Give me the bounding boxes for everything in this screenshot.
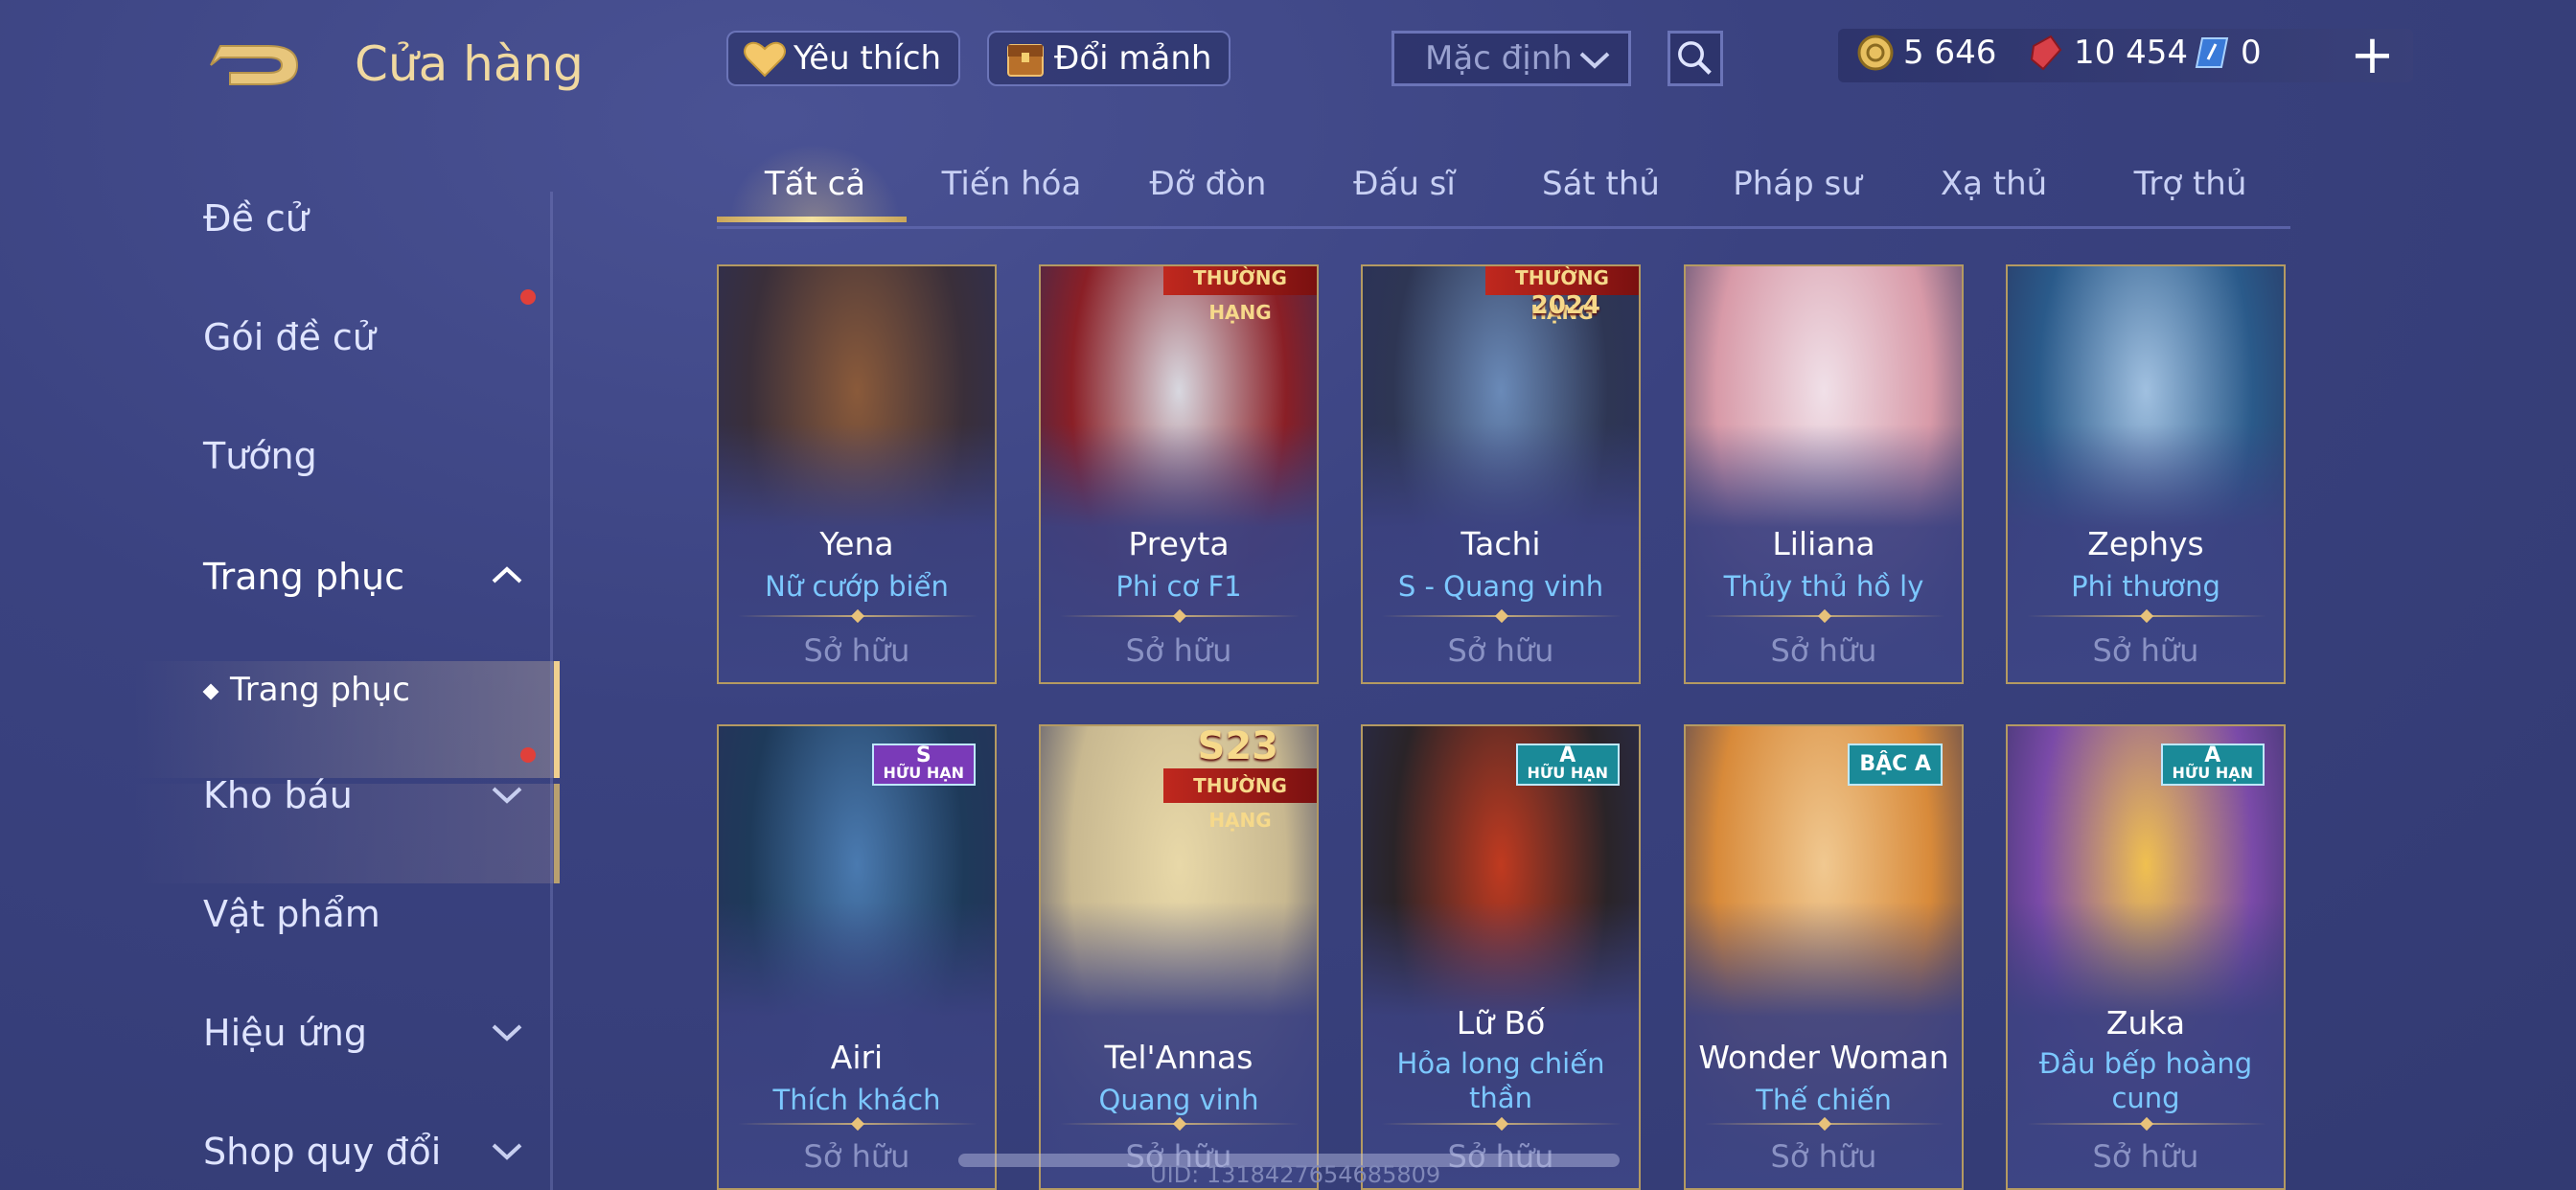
voucher-value: 10 454	[2074, 34, 2188, 72]
tab-tank[interactable]: Đỡ đòn	[1110, 165, 1306, 203]
tab-evolution[interactable]: Tiến hóa	[913, 165, 1110, 203]
tab-active-underline	[717, 217, 907, 222]
hero-name: Zuka	[2105, 1004, 2186, 1041]
tab-assassin[interactable]: Sát thủ	[1503, 165, 1699, 203]
ownership-status: Sở hữu	[1447, 632, 1554, 669]
sidebar-subitem-skins[interactable]: Trang phục	[202, 671, 410, 709]
skin-card[interactable]: Zephys Phi thương Sở hữu	[2006, 264, 2286, 684]
tier-badge: BẬC A	[1848, 744, 1943, 786]
add-currency-button[interactable]: +	[2350, 29, 2395, 82]
sidebar-divider	[550, 192, 553, 1190]
notification-dot	[520, 747, 536, 763]
ownership-status: Sở hữu	[1125, 632, 1232, 669]
tier-badge: S HỮU HẠN	[871, 744, 976, 786]
hero-name: Lữ Bố	[1456, 1004, 1546, 1041]
sidebar-item-skins[interactable]: Trang phục	[203, 556, 404, 598]
season-label: S23	[1197, 724, 1278, 768]
favorite-label: Yêu thích	[794, 39, 942, 78]
currency-bar: 5 646 10 454 0	[1838, 29, 2413, 82]
voucher-currency: 10 454	[2026, 33, 2188, 73]
tier-badge: A HỮU HẠN	[1515, 744, 1620, 786]
skin-card[interactable]: THƯỜNG HẠNG S23 Tel'Annas Quang vinh Sở hữu	[1039, 724, 1319, 1190]
red-gem-icon	[2030, 34, 2062, 71]
sidebar-item-treasure[interactable]: Kho báu	[203, 774, 353, 816]
page-title: Cửa hàng	[355, 36, 584, 92]
sort-selected-value: Mặc định	[1425, 39, 1573, 78]
sidebar-item-items[interactable]: Vật phẩm	[203, 893, 380, 935]
heart-icon	[744, 41, 786, 78]
hero-name: Zephys	[2087, 525, 2204, 562]
hero-name: Tel'Annas	[1104, 1039, 1254, 1076]
skin-card[interactable]: A HỮU HẠN Lữ Bố Hỏa long chiến thần Sở hữu	[1361, 724, 1641, 1190]
exchange-label: Đổi mảnh	[1054, 39, 1212, 78]
sidebar-item-effects[interactable]: Hiệu ứng	[203, 1012, 367, 1054]
tab-support[interactable]: Trợ thủ	[2092, 165, 2288, 203]
sidebar-item-recommended-packs[interactable]: Gói đề cử	[203, 316, 376, 358]
sidebar-subitem-label: Trang phục	[230, 671, 410, 709]
chevron-down-icon[interactable]	[491, 786, 523, 805]
ownership-status: Sở hữu	[803, 632, 910, 669]
search-icon	[1678, 41, 1712, 75]
skin-card[interactable]: THƯỜNG HẠNG Preyta Phi cơ F1 Sở hữu	[1039, 264, 1319, 684]
skin-name: Quang vinh	[1098, 1084, 1259, 1116]
skin-name: Hỏa long chiến thần	[1396, 1047, 1605, 1114]
treasure-chest-icon	[1007, 44, 1044, 77]
search-button[interactable]	[1668, 31, 1723, 86]
tab-marksman[interactable]: Xạ thủ	[1896, 165, 2092, 203]
coupon-currency: 0	[2193, 33, 2262, 73]
gold-coin-icon	[1857, 34, 1894, 71]
coupon-value: 0	[2241, 34, 2262, 72]
sidebar-item-exchange-shop[interactable]: Shop quy đổi	[203, 1131, 441, 1173]
hero-name: Airi	[830, 1039, 884, 1076]
blue-ticket-icon	[2195, 37, 2229, 68]
gold-currency: 5 646	[1855, 33, 1996, 73]
skin-card[interactable]: Yena Nữ cướp biển Sở hữu	[717, 264, 997, 684]
skin-name: S - Quang vinh	[1397, 570, 1604, 603]
hero-name: Tachi	[1460, 525, 1541, 562]
category-tabs: Tất cả Tiến hóa Đỡ đòn Đấu sĩ Sát thủ Ph…	[717, 153, 2290, 229]
chevron-down-icon[interactable]	[491, 1023, 523, 1042]
hero-name: Yena	[819, 525, 894, 562]
sidebar-item-heroes[interactable]: Tướng	[203, 435, 317, 477]
skin-card[interactable]: THƯỜNG HẠNG 2024 Tachi S - Quang vinh Sở hữu	[1361, 264, 1641, 684]
skin-card[interactable]: S HỮU HẠN Airi Thích khách Sở hữu	[717, 724, 997, 1190]
hero-name: Wonder Woman	[1698, 1039, 1949, 1076]
skin-name: Đầu bếp hoàng cung	[2038, 1047, 2253, 1114]
user-id: UID: 1318427654685809	[1150, 1161, 1441, 1188]
chevron-down-icon[interactable]	[491, 1142, 523, 1161]
skin-card[interactable]: Liliana Thủy thủ hồ ly Sở hữu	[1684, 264, 1964, 684]
ownership-status: Sở hữu	[2092, 1138, 2199, 1175]
sidebar-item-recommended[interactable]: Đề cử	[203, 197, 309, 240]
skin-card[interactable]: A HỮU HẠN Zuka Đầu bếp hoàng cung Sở hữu	[2006, 724, 2286, 1190]
bullet-diamond-icon	[202, 683, 219, 699]
season-label: 2024	[1530, 291, 1600, 320]
rank-badge: THƯỜNG HẠNG	[1163, 266, 1317, 324]
skin-name: Thế chiến	[1756, 1084, 1892, 1116]
exchange-shards-button[interactable]: Đổi mảnh	[987, 31, 1231, 86]
hero-name: Liliana	[1772, 525, 1875, 562]
ownership-status: Sở hữu	[803, 1138, 910, 1175]
skin-name: Nữ cướp biển	[765, 570, 949, 603]
tab-mage[interactable]: Pháp sư	[1699, 165, 1896, 203]
skin-name: Thủy thủ hồ ly	[1723, 570, 1924, 603]
tier-badge: A HỮU HẠN	[2160, 744, 2265, 786]
ownership-status: Sở hữu	[2092, 632, 2199, 669]
skin-card[interactable]: BẬC A Wonder Woman Thế chiến Sở hữu	[1684, 724, 1964, 1190]
ownership-status: Sở hữu	[1770, 1138, 1877, 1175]
chevron-up-icon	[492, 566, 522, 584]
back-arrow-icon[interactable]	[201, 36, 307, 94]
hero-name: Preyta	[1128, 525, 1230, 562]
chevron-down-icon	[1579, 52, 1610, 69]
favorite-button[interactable]: Yêu thích	[726, 31, 961, 86]
skin-name: Phi cơ F1	[1116, 570, 1242, 603]
gold-value: 5 646	[1903, 34, 1997, 72]
sort-dropdown[interactable]: Mặc định	[1392, 31, 1631, 86]
notification-dot	[520, 289, 536, 305]
ownership-status: Sở hữu	[1770, 632, 1877, 669]
skin-name: Thích khách	[772, 1084, 941, 1116]
rank-badge: THƯỜNG HẠNG	[1163, 768, 1317, 832]
skin-name: Phi thương	[2071, 570, 2220, 603]
tab-fighter[interactable]: Đấu sĩ	[1306, 165, 1503, 203]
tab-all[interactable]: Tất cả	[717, 165, 913, 203]
